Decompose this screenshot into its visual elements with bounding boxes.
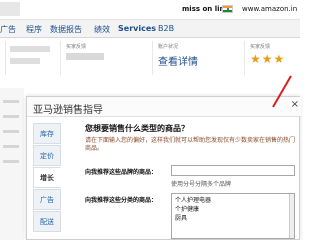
nav-item-advertising[interactable]: 广告 [0, 24, 16, 35]
view-details-link[interactable]: 查看详情 [158, 53, 244, 68]
category-list[interactable]: 个人护理电器 个护健康 厨具 [171, 193, 295, 239]
nav-item-performance[interactable]: 绩效 [94, 24, 110, 35]
tab-growth[interactable]: 增长 [33, 167, 61, 188]
tab-inventory[interactable]: 库存 [33, 123, 61, 144]
question-heading: 您想要销售什么类型的商品？ [85, 124, 189, 133]
tab-advertising[interactable]: 广告 [33, 189, 61, 210]
india-flag-icon[interactable] [222, 5, 233, 13]
dialog-title: 亚马逊销售指导 [33, 105, 103, 116]
card-caption: 买家反馈 [66, 44, 87, 50]
marketplace-url[interactable]: www.amazon.in [242, 5, 297, 13]
rating-card[interactable]: 买家反馈 ★★★ [244, 41, 304, 75]
brand-input[interactable] [171, 165, 295, 176]
blurred-text [10, 46, 50, 52]
list-scrollbar[interactable] [289, 194, 294, 238]
brand-hint: 使用分号分隔多个品牌 [171, 181, 232, 188]
background-sidebar [0, 88, 24, 240]
nav-item-programs[interactable]: 程序 [26, 24, 42, 35]
logo-placeholder [0, 2, 20, 16]
main-nav: 广告 程序 数据报告 绩效 Services B2B [0, 20, 300, 38]
tab-fulfillment[interactable]: 配送 [33, 211, 61, 232]
question-description: 请在下面输入您的偏好，这样我们就可以帮助您发现仅有少数卖家在销售的热门商品。 [85, 137, 296, 152]
blurred-text [10, 58, 40, 64]
star-rating-icon: ★★★ [250, 52, 286, 66]
list-item[interactable]: 个护健康 [175, 205, 291, 214]
feedback-card[interactable]: 买家反馈 [60, 41, 152, 75]
dialog-header: 亚马逊销售指导 × [27, 97, 301, 117]
card-caption: 买家反馈 [250, 44, 271, 50]
close-icon[interactable]: × [291, 99, 299, 110]
nav-item-reports[interactable]: 数据报告 [50, 24, 82, 35]
blurred-value [66, 53, 104, 60]
nav-item-b2b[interactable]: B2B [158, 24, 174, 33]
dialog-content: 您想要销售什么类型的商品？ 请在下面输入您的偏好，这样我们就可以帮助您发现仅有少… [85, 123, 297, 153]
card-divider [0, 41, 6, 75]
list-item[interactable]: 个人护理电器 [175, 196, 291, 205]
card-caption: 账户状况 [158, 44, 179, 50]
brand-label: 向我推荐这些品牌的商品： [85, 169, 158, 176]
top-bar: miss on line www.amazon.in [0, 0, 300, 20]
tab-pricing[interactable]: 定价 [33, 145, 61, 166]
account-health-card[interactable]: 账户状况 查看详情 [152, 41, 244, 75]
selling-coach-dialog: 亚马逊销售指导 × 库存 定价 增长 广告 配送 您想要销售什么类型的商品？ 请… [26, 96, 301, 240]
dashboard-cards: 买家反馈 账户状况 查看详情 买家反馈 ★★★ [0, 38, 300, 78]
list-item[interactable]: 厨具 [175, 214, 291, 223]
dialog-tabs: 库存 定价 增长 广告 配送 [33, 123, 61, 233]
category-label: 向我推荐这些分类的商品： [85, 197, 158, 204]
nav-item-services[interactable]: Services [118, 24, 156, 33]
